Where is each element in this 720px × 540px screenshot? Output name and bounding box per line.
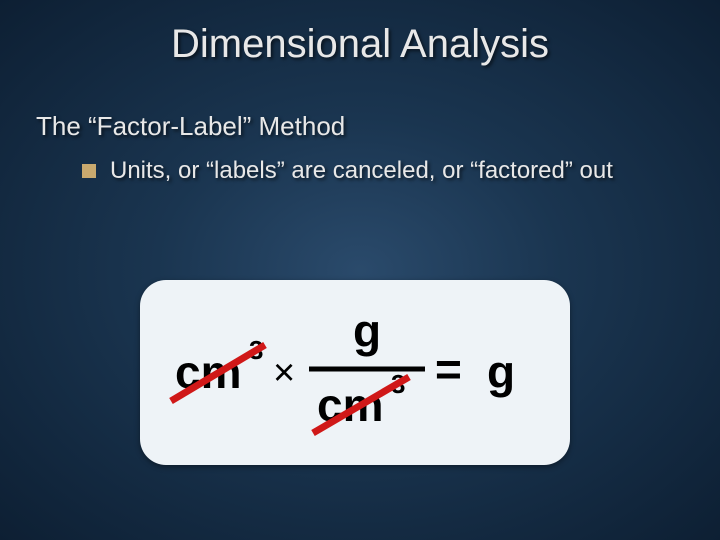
equals-icon: = <box>435 343 462 395</box>
bullet-marker-icon <box>82 164 96 178</box>
eq-result: g <box>487 346 515 398</box>
slide-subtitle: The “Factor-Label” Method <box>0 67 720 142</box>
equation-box: cm 3 × g cm 3 = g <box>140 280 570 465</box>
slide-title: Dimensional Analysis <box>0 0 720 67</box>
times-icon: × <box>273 352 295 394</box>
bullet-text: Units, or “labels” are canceled, or “fac… <box>110 156 613 186</box>
equation-svg: cm 3 × g cm 3 = g <box>165 303 545 443</box>
eq-numerator: g <box>353 305 381 357</box>
bullet-item: Units, or “labels” are canceled, or “fac… <box>0 142 720 186</box>
